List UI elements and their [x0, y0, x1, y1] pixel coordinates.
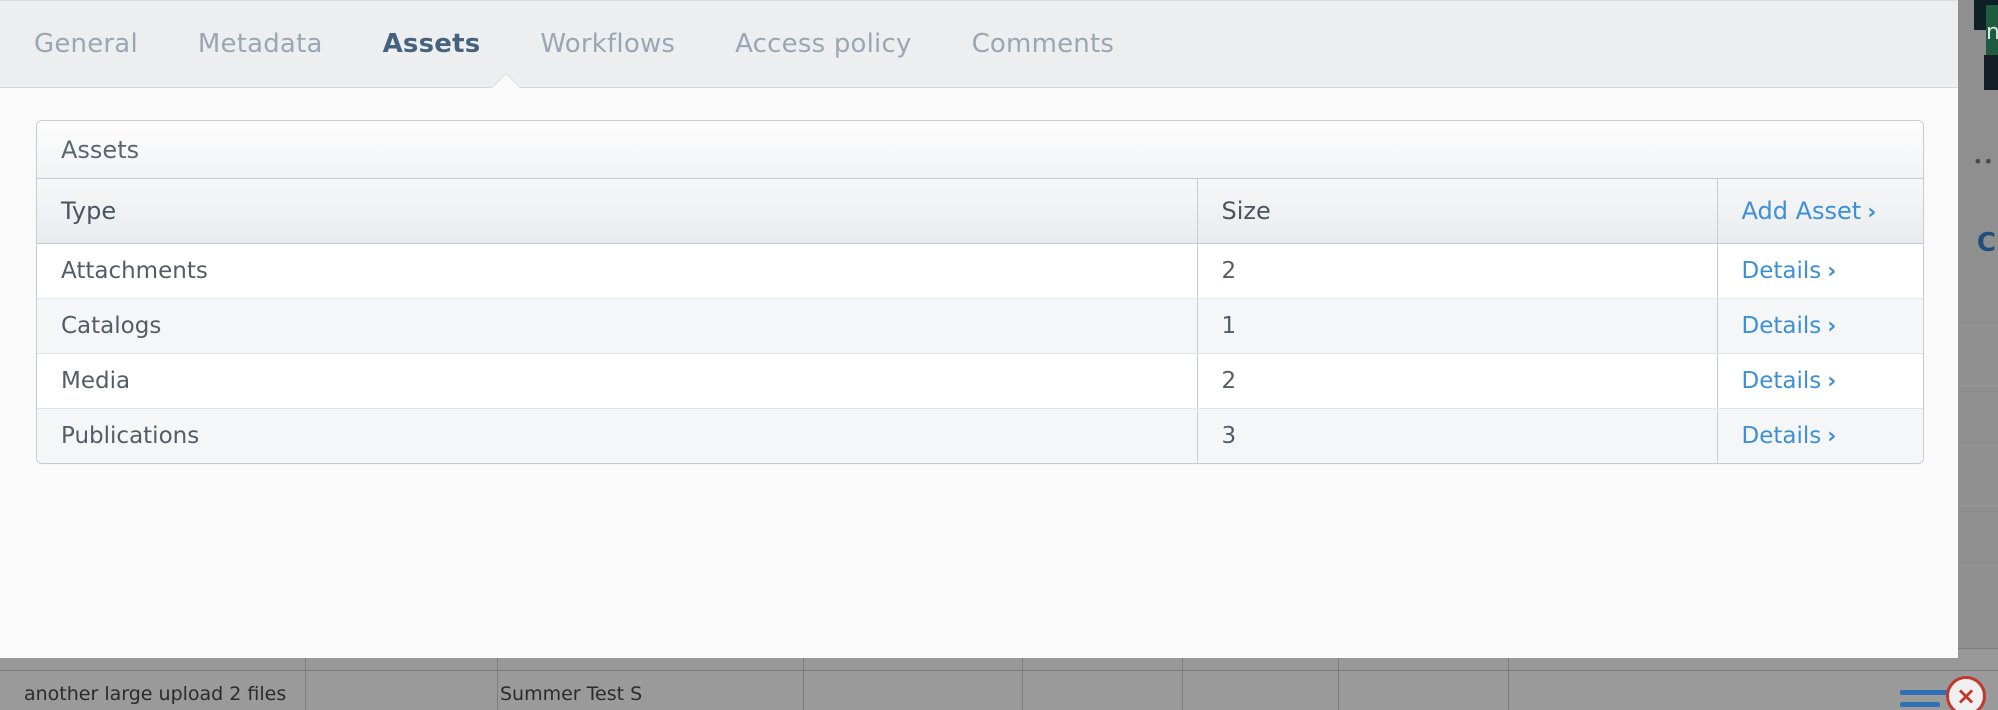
tab-general[interactable]: General [34, 29, 138, 59]
asset-detail-modal: General Metadata Assets Workflows Access… [0, 0, 1958, 658]
assets-panel-wrapper: Assets Type Size Add Asset› [0, 88, 1958, 464]
background-blue-bar-2 [1900, 702, 1940, 707]
table-row: Attachments 2 Details› [37, 243, 1923, 298]
cell-action: Details› [1717, 408, 1923, 463]
panel-title: Assets [61, 136, 139, 164]
background-cell-summer-test: Summer Test S [500, 683, 642, 705]
tab-list: General Metadata Assets Workflows Access… [0, 1, 1958, 87]
background-green-badge: nt [1986, 5, 1998, 60]
table-row: Media 2 Details› [37, 353, 1923, 408]
tab-bar: General Metadata Assets Workflows Access… [0, 0, 1958, 88]
details-label: Details [1742, 258, 1822, 284]
tab-workflows[interactable]: Workflows [540, 29, 675, 59]
chevron-right-icon: › [1827, 259, 1836, 284]
details-link[interactable]: Details› [1742, 368, 1837, 394]
cell-size: 3 [1197, 408, 1717, 463]
screen-root: nt •• C another large upload 2 files Sum… [0, 0, 1998, 710]
details-link[interactable]: Details› [1742, 258, 1837, 284]
cell-type: Media [37, 353, 1197, 408]
details-label: Details [1742, 313, 1822, 339]
background-right-text-fragment: C [1977, 228, 1996, 258]
close-icon[interactable]: × [1946, 676, 1986, 710]
add-asset-button[interactable]: Add Asset› [1717, 179, 1923, 243]
assets-panel-header: Assets [37, 121, 1923, 179]
details-link[interactable]: Details› [1742, 313, 1837, 339]
cell-action: Details› [1717, 243, 1923, 298]
background-row-icon: •• [1973, 152, 1994, 171]
cell-type: Catalogs [37, 298, 1197, 353]
assets-panel: Assets Type Size Add Asset› [36, 120, 1924, 464]
column-header-type: Type [37, 179, 1197, 243]
tab-metadata[interactable]: Metadata [198, 29, 323, 59]
assets-table-head: Type Size Add Asset› [37, 179, 1923, 243]
cell-size: 2 [1197, 353, 1717, 408]
assets-table-body: Attachments 2 Details› Catalogs 1 Detail… [37, 243, 1923, 463]
active-tab-indicator-icon [492, 74, 520, 88]
details-label: Details [1742, 423, 1822, 449]
details-label: Details [1742, 368, 1822, 394]
cell-action: Details› [1717, 298, 1923, 353]
cell-action: Details› [1717, 353, 1923, 408]
chevron-right-icon: › [1827, 314, 1836, 339]
cell-size: 2 [1197, 243, 1717, 298]
chevron-right-icon: › [1867, 200, 1876, 225]
table-row: Catalogs 1 Details› [37, 298, 1923, 353]
chevron-right-icon: › [1827, 424, 1836, 449]
background-dark-block-2 [1984, 55, 1998, 90]
chevron-right-icon: › [1827, 369, 1836, 394]
background-cell-upload-name: another large upload 2 files [24, 683, 286, 705]
tab-access-policy[interactable]: Access policy [735, 29, 911, 59]
cell-size: 1 [1197, 298, 1717, 353]
cell-type: Attachments [37, 243, 1197, 298]
add-asset-label: Add Asset [1742, 197, 1862, 225]
tab-assets[interactable]: Assets [383, 29, 481, 59]
assets-table: Type Size Add Asset› Attachments 2 Detai… [37, 179, 1923, 463]
details-link[interactable]: Details› [1742, 423, 1837, 449]
column-header-size: Size [1197, 179, 1717, 243]
cell-type: Publications [37, 408, 1197, 463]
table-header-row: Type Size Add Asset› [37, 179, 1923, 243]
table-row: Publications 3 Details› [37, 408, 1923, 463]
tab-comments[interactable]: Comments [972, 29, 1115, 59]
